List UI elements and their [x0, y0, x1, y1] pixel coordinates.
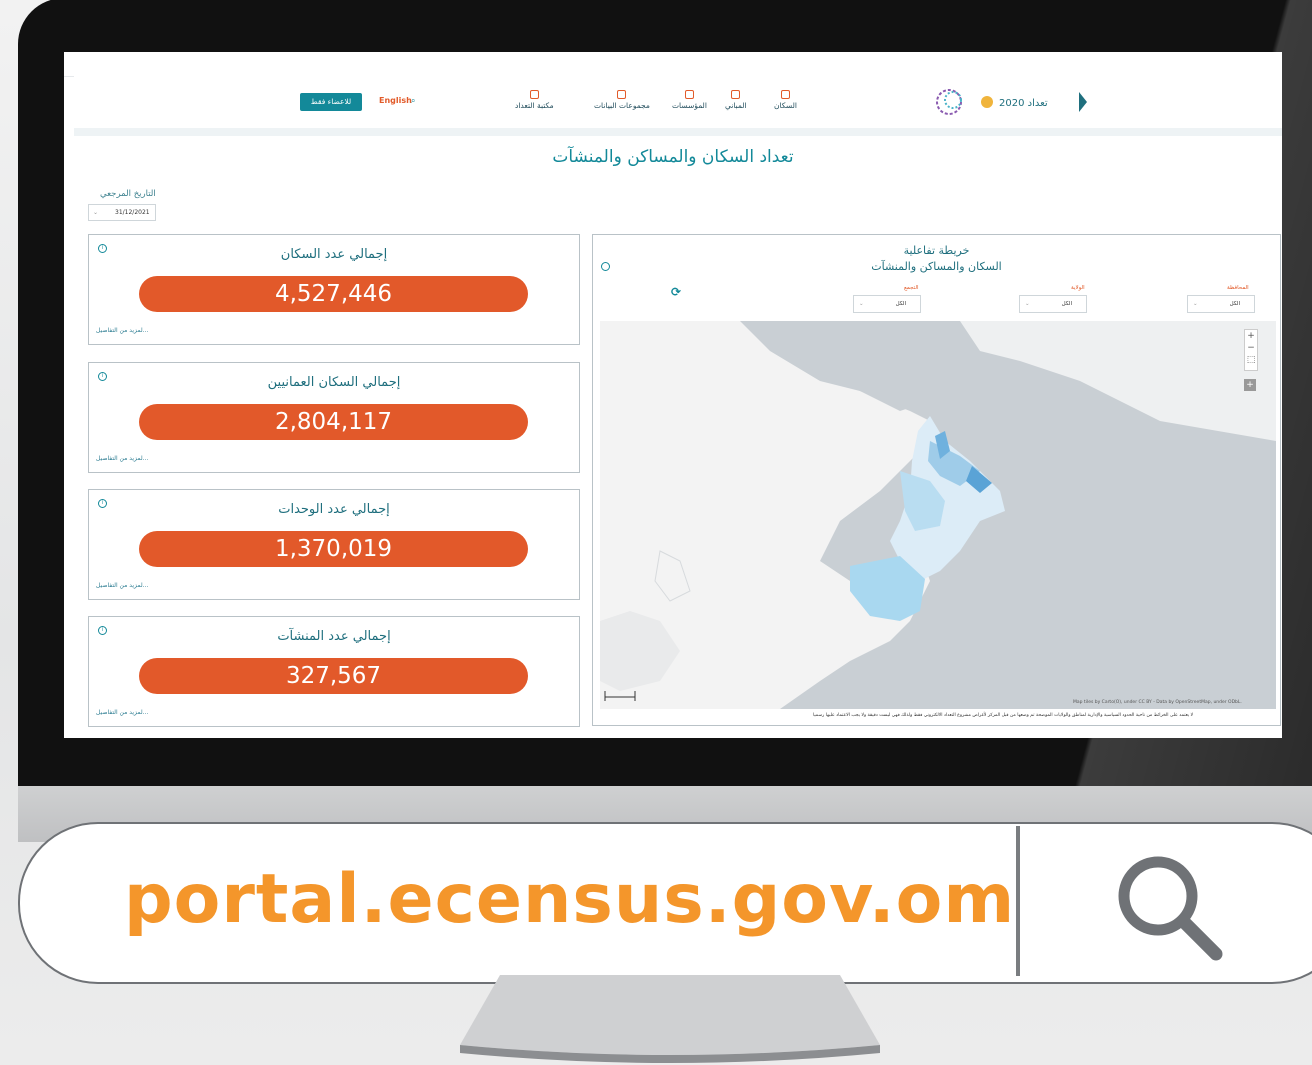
svg-text:تعداد 2020: تعداد 2020 — [999, 98, 1048, 109]
settlement-label: التجمع — [904, 285, 919, 291]
card-total-population: i إجمالي عدد السكان 4,527,446 لمزيد من ا… — [88, 234, 580, 345]
card-omani-population: i إجمالي السكان العمانيين 2,804,117 لمزي… — [88, 362, 580, 473]
map-title: خريطة تفاعلية السكان والمساكن والمنشآت — [871, 244, 1002, 273]
zoom-controls[interactable]: + − ⬚ — [1244, 329, 1258, 371]
search-icon — [1118, 856, 1223, 961]
card-total-establishments: i إجمالي عدد المنشآت 327,567 لمزيد من ال… — [88, 616, 580, 727]
info-icon[interactable] — [601, 262, 610, 271]
card-title: إجمالي السكان العمانيين — [267, 375, 401, 390]
nav-item-establishments[interactable]: المؤسسات — [672, 90, 707, 110]
governorate-select[interactable]: ⌄ الكل — [1187, 295, 1255, 313]
card-value: 2,804,117 — [139, 404, 528, 440]
governorate-label: المحافظة — [1227, 285, 1249, 291]
wilayat-label: الولاية — [1071, 285, 1085, 291]
map-credits: Map tiles by Carto(O), under CC BY - Dat… — [1073, 700, 1242, 705]
chevron-down-icon: ⌄ — [93, 209, 99, 216]
reference-date-input[interactable]: ⌄ 31/12/2021 — [88, 204, 156, 221]
establishments-icon — [684, 90, 694, 99]
map-canvas[interactable] — [600, 321, 1276, 709]
library-icon — [529, 90, 539, 99]
members-only-button[interactable]: للاعضاء فقط — [300, 93, 362, 111]
more-details-link[interactable]: لمزيد من التفاصيل... — [96, 455, 148, 462]
datasets-icon — [617, 90, 627, 99]
site-header: للاعضاء فقط English ⌕ مكتبة التعداد مجمو… — [74, 76, 1282, 128]
reference-date-label: التاريخ المرجعي — [100, 189, 156, 199]
top-strip — [64, 52, 1282, 77]
nav-item-datasets[interactable]: مجموعات البيانات — [594, 90, 650, 110]
page-title: تعداد السكان والمساكن والمنشآت — [552, 147, 794, 167]
language-switch[interactable]: English — [379, 96, 412, 105]
browser-screen: للاعضاء فقط English ⌕ مكتبة التعداد مجمو… — [64, 52, 1282, 738]
card-total-units: i إجمالي عدد الوحدات 1,370,019 لمزيد من … — [88, 489, 580, 600]
header-separator — [74, 128, 1282, 136]
card-value: 327,567 — [139, 658, 528, 694]
card-title: إجمالي عدد المنشآت — [277, 629, 391, 644]
population-icon — [781, 90, 790, 99]
wilayat-select[interactable]: ⌄ الكل — [1019, 295, 1087, 313]
monitor-stand — [460, 975, 880, 1063]
map-graphic — [600, 321, 1276, 709]
portal-url: portal.ecensus.gov.om — [124, 860, 1016, 939]
search-icon[interactable]: ⌕ — [411, 96, 415, 106]
map-disclaimer: لا يعتمد على الخرائط من ناحية الحدود الس… — [813, 713, 1194, 718]
search-divider — [1016, 826, 1020, 976]
nav-item-population[interactable]: السكان — [774, 90, 797, 110]
settlement-select[interactable]: ⌄ الكل — [853, 295, 921, 313]
buildings-icon — [731, 90, 741, 99]
layers-icon[interactable]: + — [1244, 379, 1256, 391]
chevron-down-icon: ⌄ — [1193, 301, 1198, 307]
card-title: إجمالي عدد الوحدات — [278, 502, 390, 517]
interactive-map-card: خريطة تفاعلية السكان والمساكن والمنشآت ⟳… — [592, 234, 1281, 726]
census-logo: تعداد 2020 — [936, 89, 1087, 115]
more-details-link[interactable]: لمزيد من التفاصيل... — [96, 709, 148, 716]
card-value: 4,527,446 — [139, 276, 528, 312]
nav-item-buildings[interactable]: المباني — [725, 90, 747, 110]
nav-item-census-library[interactable]: مكتبة التعداد — [515, 90, 554, 110]
more-details-link[interactable]: لمزيد من التفاصيل... — [96, 582, 148, 589]
chevron-down-icon: ⌄ — [859, 301, 864, 307]
refresh-icon[interactable]: ⟳ — [671, 285, 681, 299]
card-value: 1,370,019 — [139, 531, 528, 567]
card-title: إجمالي عدد السكان — [280, 247, 388, 262]
more-details-link[interactable]: لمزيد من التفاصيل... — [96, 327, 148, 334]
chevron-down-icon: ⌄ — [1025, 301, 1030, 307]
